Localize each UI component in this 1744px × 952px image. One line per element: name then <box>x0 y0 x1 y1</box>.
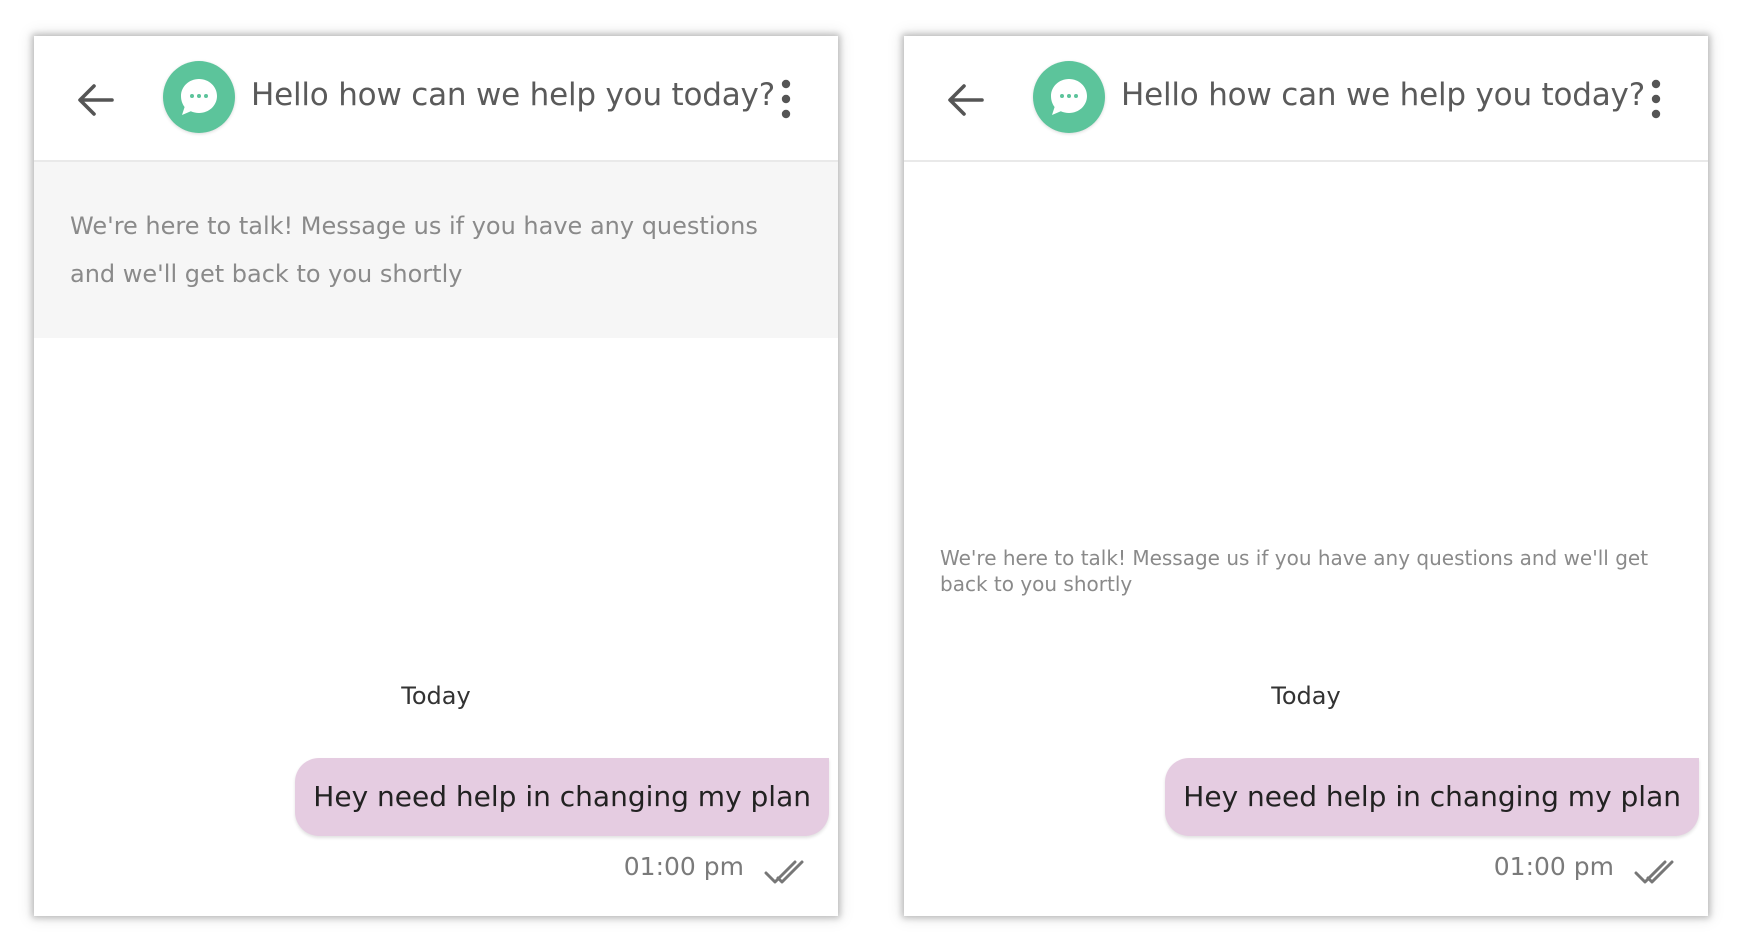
welcome-notice-banner: We're here to talk! Message us if you ha… <box>34 162 838 338</box>
chat-screen-left: Hello how can we help you today? We're h… <box>34 36 838 916</box>
double-check-icon <box>764 860 804 884</box>
message-timestamp: 01:00 pm <box>623 852 744 881</box>
more-vertical-icon[interactable] <box>1648 78 1664 120</box>
welcome-notice-text: We're here to talk! Message us if you ha… <box>940 546 1649 596</box>
message-timestamp: 01:00 pm <box>1493 852 1614 881</box>
chat-bubble-icon <box>1051 79 1087 115</box>
chat-header: Hello how can we help you today? <box>34 36 838 162</box>
outgoing-message-bubble[interactable]: Hey need help in changing my plan <box>1165 758 1699 836</box>
page-title: Hello how can we help you today? <box>1121 77 1645 113</box>
avatar <box>1033 61 1105 133</box>
chat-bubble-icon <box>181 79 217 115</box>
chat-screen-right: Hello how can we help you today? We're h… <box>904 36 1708 916</box>
date-separator: Today <box>1271 682 1341 710</box>
more-vertical-icon[interactable] <box>778 78 794 120</box>
avatar <box>163 61 235 133</box>
date-separator: Today <box>401 682 471 710</box>
page-title: Hello how can we help you today? <box>251 77 775 113</box>
welcome-notice-text: We're here to talk! Message us if you ha… <box>70 212 758 288</box>
outgoing-message-bubble[interactable]: Hey need help in changing my plan <box>295 758 829 836</box>
arrow-left-icon[interactable] <box>944 78 988 122</box>
arrow-left-icon[interactable] <box>74 78 118 122</box>
double-check-icon <box>1634 860 1674 884</box>
chat-header: Hello how can we help you today? <box>904 36 1708 162</box>
